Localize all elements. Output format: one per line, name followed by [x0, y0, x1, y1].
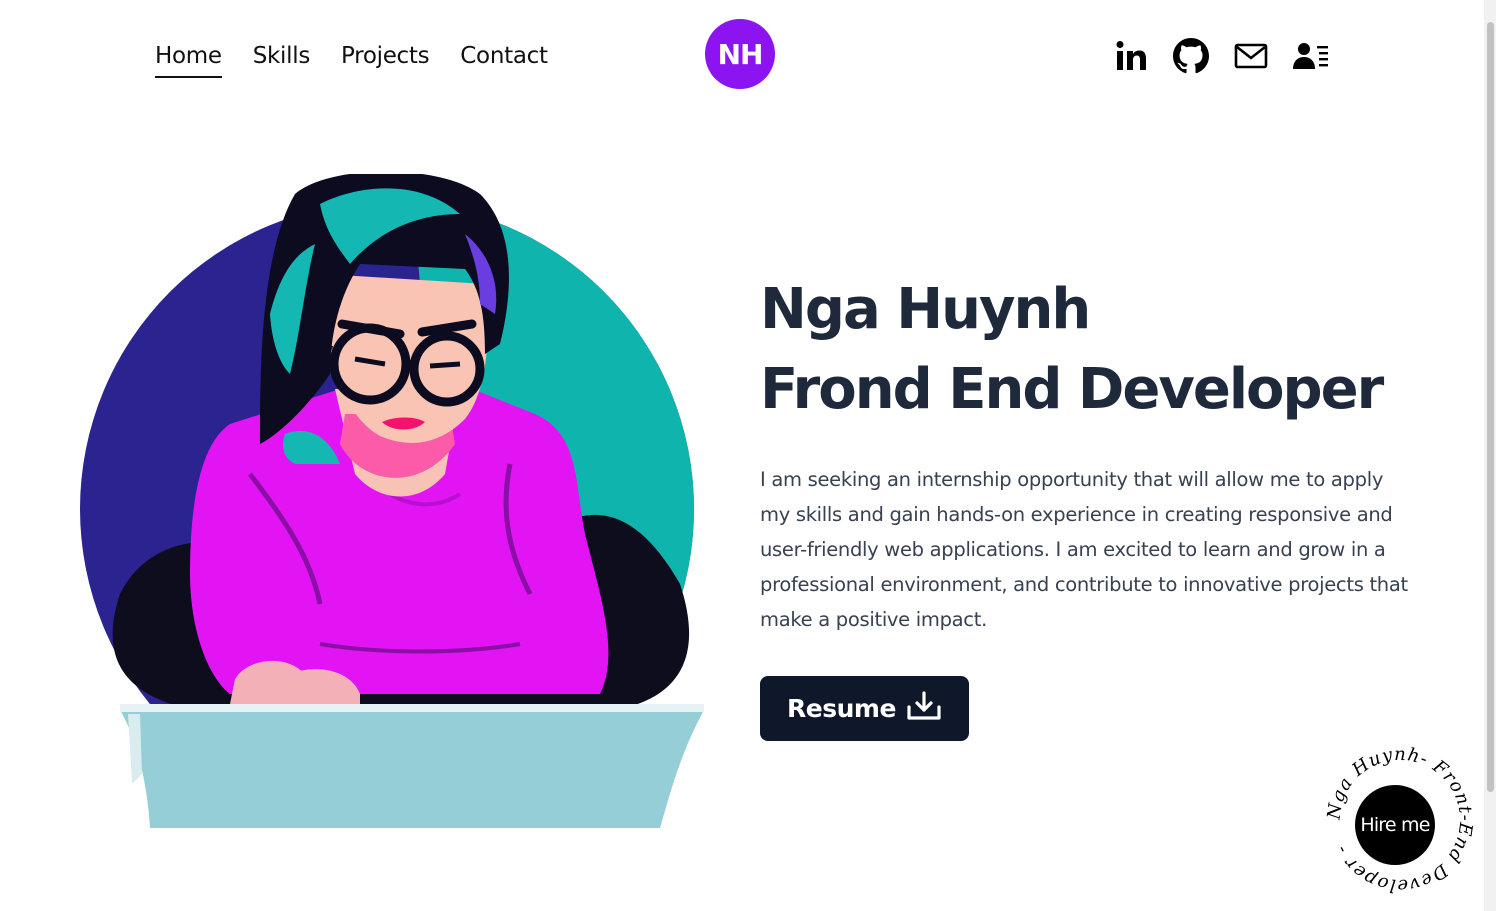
- social-links: [1112, 37, 1330, 75]
- hero-name: Nga Huynh: [760, 277, 1091, 342]
- profile-card-icon[interactable]: [1292, 37, 1330, 75]
- nav-projects[interactable]: Projects: [341, 40, 430, 78]
- hero-title: Nga Huynh Frond End Developer: [760, 270, 1384, 430]
- github-icon[interactable]: [1172, 37, 1210, 75]
- hero-description: I am seeking an internship opportunity t…: [760, 468, 1408, 631]
- scrollbar-thumb[interactable]: [1487, 22, 1494, 792]
- resume-label: Resume: [787, 694, 896, 723]
- resume-download-button[interactable]: Resume: [760, 676, 969, 741]
- main-nav: Home Skills Projects Contact: [155, 40, 548, 78]
- hero-role: Frond End Developer: [760, 357, 1384, 422]
- mail-icon[interactable]: [1232, 37, 1270, 75]
- developer-illustration: [80, 171, 720, 828]
- nav-skills[interactable]: Skills: [253, 40, 311, 78]
- nav-home[interactable]: Home: [155, 40, 222, 78]
- scrollbar[interactable]: [1484, 0, 1496, 911]
- linkedin-icon[interactable]: [1112, 37, 1150, 75]
- hire-me-badge: Nga Huynh- Front-End Developer - Hire me: [1323, 744, 1475, 896]
- download-icon: [906, 690, 942, 727]
- nav-contact[interactable]: Contact: [460, 40, 548, 78]
- hire-me-button[interactable]: Hire me: [1355, 785, 1435, 865]
- logo[interactable]: NH: [705, 19, 775, 89]
